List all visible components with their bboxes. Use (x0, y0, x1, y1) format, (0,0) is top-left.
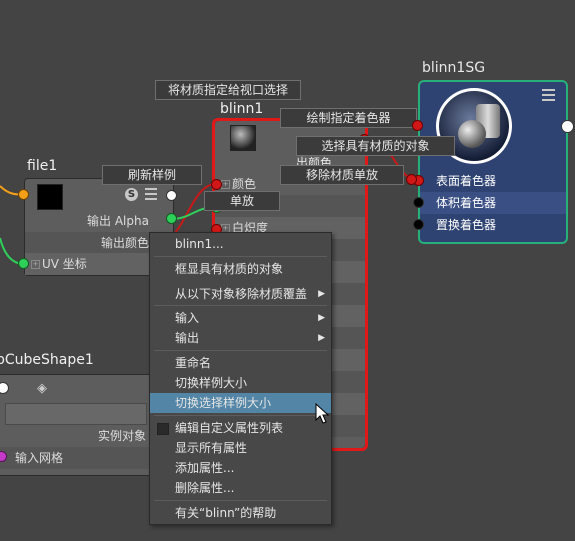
menu-item-edit-custom-attr[interactable]: 编辑自定义属性列表 (150, 418, 331, 438)
draw-assign-port (412, 120, 423, 131)
menu-item-show-all-attrs[interactable]: 显示所有属性 (150, 438, 331, 458)
select-objects-tag[interactable]: 选择具有材质的对象 (296, 136, 455, 156)
sg-row-displacement: 置换着色器 (420, 214, 566, 236)
menu-separator (154, 350, 327, 351)
sg-displacement-label: 置换着色器 (436, 218, 497, 232)
file1-swatch (37, 184, 63, 210)
submenu-arrow-icon: ▶ (318, 333, 325, 343)
submenu-arrow-icon: ▶ (318, 289, 325, 299)
file1-alpha-port[interactable] (166, 213, 177, 224)
sg-surface-label: 表面着色器 (436, 174, 497, 188)
menu-item-help[interactable]: 有关“blinn”的帮助 (150, 503, 331, 523)
blinn1-color: 颜色 (232, 177, 257, 191)
file1-uv: UV 坐标 (42, 257, 87, 271)
context-menu[interactable]: blinn1... 框显具有材质的对象 从以下对象移除材质覆盖 ▶ 输入 ▶ 输… (149, 232, 332, 525)
menu-item-input[interactable]: 输入 ▶ (150, 308, 331, 328)
sg-volume-port[interactable] (413, 197, 424, 208)
blinn1-title: blinn1 (220, 101, 264, 117)
blinn1-color-port[interactable] (211, 179, 222, 190)
menu-separator (154, 305, 327, 306)
menu-separator (154, 256, 327, 257)
menu-lines-icon[interactable] (542, 89, 555, 101)
draw-assign-tag[interactable]: 绘制指定着色器 (280, 108, 417, 128)
pcube-row-instance: 实例对象 (0, 425, 153, 447)
mesh-icon: ◈ (37, 381, 47, 396)
blinn1-swatch (230, 125, 256, 151)
remove-override-tag[interactable]: 移除材质单放 (280, 165, 404, 185)
pcube-field[interactable] (5, 403, 147, 425)
expand-icon[interactable]: + (221, 180, 230, 189)
submenu-arrow-icon: ▶ (318, 313, 325, 323)
blinn1sg-node[interactable]: 表面着色器 体积着色器 置换着色器 (418, 80, 568, 244)
file1-row-alpha: 输出 Alpha (25, 210, 173, 232)
file1-out-port[interactable] (166, 190, 177, 201)
menu-separator (154, 500, 327, 501)
menu-separator (154, 415, 327, 416)
pcube-row-mesh: 输入网格 (0, 447, 153, 469)
menu-item-toggle-selected-swatch-size[interactable]: 切换选择样例大小 (150, 393, 331, 413)
menu-item-frame-objects[interactable]: 框显具有材质的对象 (150, 259, 331, 279)
file1-out-color: 输出颜色 (101, 236, 150, 250)
menu-item-delete-attr[interactable]: 删除属性... (150, 478, 331, 498)
menu-item-output[interactable]: 输出 ▶ (150, 328, 331, 348)
expand-icon[interactable]: + (31, 260, 40, 269)
file1-in-port[interactable] (18, 189, 29, 200)
mouse-cursor-icon (315, 403, 330, 424)
refresh-swatch-tag[interactable]: 刷新样例 (102, 165, 202, 185)
blinn1sg-title: blinn1SG (422, 60, 486, 76)
sg-row-volume: 体积着色器 (420, 192, 566, 214)
sg-volume-label: 体积着色器 (436, 196, 497, 210)
pcube-title: pCubeShape1 (0, 352, 94, 368)
s-badge-label: S (127, 189, 136, 200)
menu-item-blinn1[interactable]: blinn1... (150, 234, 331, 254)
sg-displacement-port[interactable] (413, 219, 424, 230)
pcube-instance: 实例对象 (98, 429, 147, 443)
menu-item-add-attr[interactable]: 添加属性... (150, 458, 331, 478)
assign-viewport-tag[interactable]: 将材质指定给视口选择 (155, 80, 301, 100)
file1-out-alpha: 输出 Alpha (87, 214, 149, 228)
pcube-input-mesh: 输入网格 (15, 451, 64, 465)
file1-title: file1 (27, 158, 58, 174)
file1-uv-port[interactable] (18, 258, 29, 269)
remove-override-port (406, 174, 417, 185)
s-badge[interactable]: S (125, 188, 138, 201)
single-tag[interactable]: 单放 (204, 191, 280, 211)
sg-out-port[interactable] (561, 120, 574, 133)
checkbox-icon[interactable] (157, 423, 169, 435)
menu-item-remove-override[interactable]: 从以下对象移除材质覆盖 ▶ (150, 284, 331, 304)
menu-item-rename[interactable]: 重命名 (150, 353, 331, 373)
sg-row-surface: 表面着色器 (420, 170, 566, 192)
menu-item-toggle-swatch-size[interactable]: 切换样例大小 (150, 373, 331, 393)
pcube-node[interactable]: ◈ 实例对象 输入网格 (0, 374, 154, 476)
menu-lines-icon[interactable] (145, 188, 157, 200)
